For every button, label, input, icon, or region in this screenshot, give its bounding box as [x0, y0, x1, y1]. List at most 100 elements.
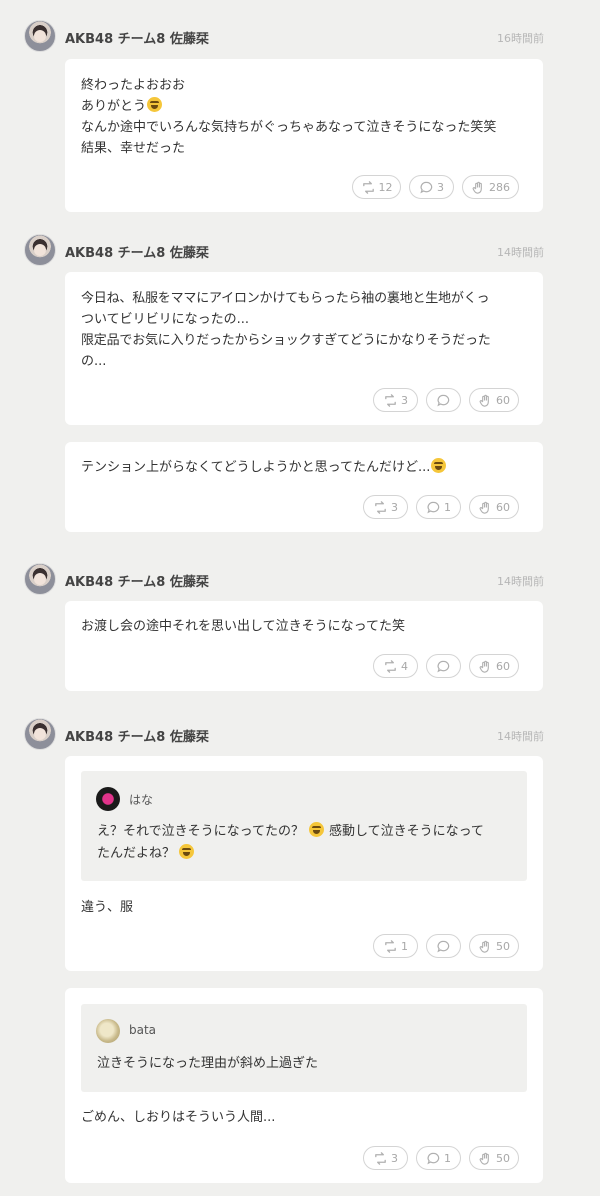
retweet-count: 4	[401, 659, 408, 673]
post-card: テンション上がらなくてどうしようかと思ってたんだけど... 3 1 60	[65, 442, 543, 532]
action-bar: 4 60	[373, 654, 519, 678]
avatar[interactable]	[96, 1019, 120, 1043]
post-header: AKB48 チーム8 佐藤栞 16時間前	[24, 20, 544, 56]
text-line: 違う、服	[81, 900, 134, 915]
clap-icon	[479, 394, 489, 407]
post-header: AKB48 チーム8 佐藤栞 14時間前	[24, 234, 544, 270]
comment-icon	[437, 394, 450, 406]
retweet-count: 3	[391, 500, 398, 514]
text-line: え？それで泣きそうになってたの？ 感動して泣きそうになって	[97, 822, 484, 839]
retweet-button[interactable]: 4	[373, 654, 418, 678]
clap-count: 50	[496, 1151, 510, 1165]
author-name[interactable]: AKB48 チーム8 佐藤栞	[65, 242, 209, 261]
post-card: bata 泣きそうになった理由が斜め上過ぎた ごめん、しおりはそういう人間...…	[65, 988, 543, 1183]
action-bar: 1 50	[373, 934, 519, 958]
quoted-reply[interactable]: はな え？それで泣きそうになってたの？ 感動して泣きそうになって たんだよね？	[81, 771, 527, 881]
comment-button[interactable]: 1	[416, 495, 461, 519]
comment-icon	[427, 1152, 440, 1164]
retweet-count: 3	[401, 393, 408, 407]
comment-button[interactable]: 3	[409, 175, 454, 199]
comment-icon	[420, 181, 433, 193]
avatar[interactable]	[24, 718, 56, 750]
retweet-icon	[375, 500, 386, 514]
post-header: AKB48 チーム8 佐藤栞 14時間前	[24, 718, 544, 754]
reply-text: 泣きそうになった理由が斜め上過ぎた	[97, 1053, 513, 1075]
retweet-icon	[375, 1151, 386, 1165]
comment-icon	[427, 501, 440, 513]
clap-button[interactable]: 50	[469, 1146, 519, 1170]
clap-button[interactable]: 60	[469, 654, 519, 678]
retweet-button[interactable]: 3	[363, 1146, 408, 1170]
clap-count: 50	[496, 939, 510, 953]
post-card: 終わったよおおお ありがとう なんか途中でいろんな気持ちがぐっちゃあなって泣きそ…	[65, 59, 543, 212]
retweet-count: 3	[391, 1151, 398, 1165]
clap-count: 60	[496, 393, 510, 407]
avatar[interactable]	[96, 787, 120, 811]
clap-icon	[479, 501, 489, 514]
clap-button[interactable]: 50	[469, 934, 519, 958]
clap-button[interactable]: 60	[469, 388, 519, 412]
post-card: お渡し会の途中それを思い出して泣きそうになってた笑 4 60	[65, 601, 543, 691]
reply-author[interactable]: はな	[129, 791, 153, 808]
avatar[interactable]	[24, 563, 56, 595]
text-line: 限定品でお気に入りだったからショックすぎてどうにかなりそうだった	[81, 333, 491, 348]
post-text: テンション上がらなくてどうしようかと思ってたんだけど...	[81, 457, 529, 478]
crying-emoji-icon	[147, 97, 163, 112]
retweet-icon	[362, 180, 374, 194]
text-line: の...	[81, 354, 107, 369]
author-name[interactable]: AKB48 チーム8 佐藤栞	[65, 571, 209, 590]
clap-icon	[472, 181, 482, 194]
text-line: 結果、幸せだった	[81, 141, 186, 156]
retweet-count: 12	[378, 180, 393, 194]
author-name[interactable]: AKB48 チーム8 佐藤栞	[65, 28, 209, 47]
post-text: お渡し会の途中それを思い出して泣きそうになってた笑	[81, 616, 529, 637]
retweet-count: 1	[401, 939, 408, 953]
retweet-button[interactable]: 3	[363, 495, 408, 519]
timestamp: 14時間前	[497, 730, 544, 743]
author-name[interactable]: AKB48 チーム8 佐藤栞	[65, 726, 209, 745]
post-header: AKB48 チーム8 佐藤栞 14時間前	[24, 563, 544, 599]
reply-author[interactable]: bata	[129, 1023, 156, 1037]
retweet-icon	[385, 659, 396, 673]
avatar[interactable]	[24, 20, 56, 52]
text-line: ありがとう	[81, 96, 529, 117]
text-line: ついてビリビリになったの...	[81, 312, 250, 327]
comment-button[interactable]	[426, 934, 461, 958]
comment-button[interactable]	[426, 388, 461, 412]
post-text: ごめん、しおりはそういう人間...	[81, 1107, 529, 1128]
reply-text: え？それで泣きそうになってたの？ 感動して泣きそうになって たんだよね？	[97, 821, 513, 865]
comment-icon	[437, 940, 450, 952]
avatar[interactable]	[24, 234, 56, 266]
comment-icon	[437, 660, 450, 672]
crying-emoji-icon	[431, 458, 447, 473]
action-bar: 3 1 60	[363, 495, 519, 519]
retweet-button[interactable]: 3	[373, 388, 418, 412]
action-bar: 12 3 286	[352, 175, 519, 199]
post-text: 今日ね、私服をママにアイロンかけてもらったら袖の裏地と生地がくっ ついてビリビリ…	[81, 288, 529, 372]
post-text: 違う、服	[81, 897, 529, 918]
comment-button[interactable]: 1	[416, 1146, 461, 1170]
comment-button[interactable]	[426, 654, 461, 678]
crying-emoji-icon	[179, 844, 195, 859]
retweet-button[interactable]: 12	[352, 175, 401, 199]
retweet-icon	[385, 393, 396, 407]
clap-button[interactable]: 60	[469, 495, 519, 519]
quoted-reply[interactable]: bata 泣きそうになった理由が斜め上過ぎた	[81, 1004, 527, 1092]
text-line: お渡し会の途中それを思い出して泣きそうになってた笑	[81, 619, 405, 634]
clap-count: 286	[489, 180, 510, 194]
text-line: テンション上がらなくてどうしようかと思ってたんだけど...	[81, 457, 529, 478]
clap-icon	[479, 1152, 489, 1165]
post-card: 今日ね、私服をママにアイロンかけてもらったら袖の裏地と生地がくっ ついてビリビリ…	[65, 272, 543, 425]
retweet-icon	[385, 939, 396, 953]
clap-count: 60	[496, 500, 510, 514]
text-line: なんか途中でいろんな気持ちがぐっちゃあなって泣きそうになった笑笑	[81, 120, 497, 135]
timestamp: 16時間前	[497, 32, 544, 45]
post-text: 終わったよおおお ありがとう なんか途中でいろんな気持ちがぐっちゃあなって泣きそ…	[81, 75, 529, 159]
text-line: 泣きそうになった理由が斜め上過ぎた	[97, 1056, 319, 1071]
clap-button[interactable]: 286	[462, 175, 519, 199]
retweet-button[interactable]: 1	[373, 934, 418, 958]
comment-count: 3	[437, 180, 444, 194]
comment-count: 1	[444, 500, 451, 514]
text-line: たんだよね？	[97, 843, 513, 865]
action-bar: 3 60	[373, 388, 519, 412]
